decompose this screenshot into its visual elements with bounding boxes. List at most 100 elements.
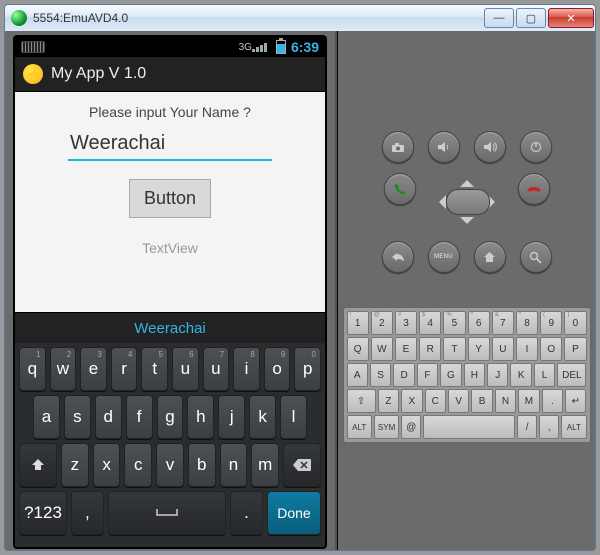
key-a[interactable]: a — [33, 395, 60, 439]
hkey-A[interactable]: A — [347, 363, 368, 387]
key-s[interactable]: s — [64, 395, 91, 439]
dpad-up[interactable] — [460, 173, 474, 187]
hkey-O[interactable]: O — [540, 337, 562, 361]
hkey-N[interactable]: N — [495, 389, 516, 413]
dpad-center[interactable] — [446, 189, 490, 215]
hkey-M[interactable]: M — [518, 389, 539, 413]
key-m[interactable]: m — [251, 443, 279, 487]
comma-key[interactable]: , — [71, 491, 104, 535]
hkey-3[interactable]: 3# — [395, 311, 417, 335]
key-x[interactable]: x — [93, 443, 121, 487]
backspace-key[interactable] — [283, 443, 321, 487]
dpad-down[interactable] — [460, 217, 474, 231]
home-button[interactable] — [474, 241, 506, 273]
hkey-alt-l[interactable]: ALT — [347, 415, 372, 439]
key-u[interactable]: u7 — [203, 347, 230, 391]
key-u[interactable]: u6 — [172, 347, 199, 391]
hkey-0[interactable]: 0) — [564, 311, 586, 335]
hkey-8[interactable]: 8* — [516, 311, 538, 335]
done-key[interactable]: Done — [267, 491, 321, 535]
hkey-B[interactable]: B — [471, 389, 492, 413]
key-j[interactable]: j — [218, 395, 245, 439]
volume-up-button[interactable] — [474, 131, 506, 163]
hkey-Y[interactable]: Y — [468, 337, 490, 361]
volume-down-button[interactable] — [428, 131, 460, 163]
call-button[interactable] — [384, 173, 416, 205]
maximize-button[interactable]: ▢ — [516, 8, 546, 28]
name-input[interactable] — [68, 128, 272, 161]
hkey-V[interactable]: V — [448, 389, 469, 413]
key-q[interactable]: q1 — [19, 347, 46, 391]
space-key[interactable] — [108, 491, 227, 535]
dpad-right[interactable] — [488, 195, 502, 209]
hkey-2[interactable]: 2@ — [371, 311, 393, 335]
hkey-.[interactable]: . — [542, 389, 563, 413]
mode-key[interactable]: ?123 — [19, 491, 67, 535]
hkey-Q[interactable]: Q — [347, 337, 369, 361]
key-g[interactable]: g — [157, 395, 184, 439]
submit-button[interactable]: Button — [129, 179, 211, 218]
search-button[interactable] — [520, 241, 552, 273]
hkey-1[interactable]: 1! — [347, 311, 369, 335]
hkey-U[interactable]: U — [492, 337, 514, 361]
hkey-shift-l[interactable]: ⇧ — [347, 389, 376, 413]
hkey-P[interactable]: P — [564, 337, 586, 361]
hkey-H[interactable]: H — [464, 363, 485, 387]
hkey-W[interactable]: W — [371, 337, 393, 361]
key-b[interactable]: b — [188, 443, 216, 487]
hkey-del[interactable]: DEL — [557, 363, 586, 387]
back-button[interactable] — [382, 241, 414, 273]
key-v[interactable]: v — [156, 443, 184, 487]
hkey-space[interactable] — [423, 415, 515, 439]
hkey-slash[interactable]: / — [517, 415, 537, 439]
hkey-I[interactable]: I — [516, 337, 538, 361]
hkey-7[interactable]: 7& — [492, 311, 514, 335]
hkey-at[interactable]: @ — [401, 415, 421, 439]
key-f[interactable]: f — [126, 395, 153, 439]
key-o[interactable]: o9 — [264, 347, 291, 391]
power-button[interactable] — [520, 131, 552, 163]
key-z[interactable]: z — [61, 443, 89, 487]
camera-button[interactable] — [382, 131, 414, 163]
shift-key[interactable] — [19, 443, 57, 487]
hkey-5[interactable]: 5% — [443, 311, 465, 335]
key-e[interactable]: e3 — [80, 347, 107, 391]
hkey-comma[interactable]: , — [539, 415, 559, 439]
hkey-X[interactable]: X — [401, 389, 422, 413]
hkey-T[interactable]: T — [443, 337, 465, 361]
hkey-R[interactable]: R — [419, 337, 441, 361]
hkey-D[interactable]: D — [393, 363, 414, 387]
period-key[interactable]: . — [230, 491, 263, 535]
hkey-9[interactable]: 9( — [540, 311, 562, 335]
ime-suggestion[interactable]: Weerachai — [15, 312, 325, 343]
hkey-6[interactable]: 6^ — [468, 311, 490, 335]
dpad-left[interactable] — [432, 195, 446, 209]
hkey-sym[interactable]: SYM — [374, 415, 399, 439]
close-button[interactable]: ✕ — [548, 8, 594, 28]
key-n[interactable]: n — [220, 443, 248, 487]
key-w[interactable]: w2 — [50, 347, 77, 391]
hkey-S[interactable]: S — [370, 363, 391, 387]
key-k[interactable]: k — [249, 395, 276, 439]
key-h[interactable]: h — [187, 395, 214, 439]
key-c[interactable]: c — [124, 443, 152, 487]
end-call-button[interactable] — [518, 173, 550, 205]
hkey-Z[interactable]: Z — [378, 389, 399, 413]
hkey-J[interactable]: J — [487, 363, 508, 387]
key-i[interactable]: i8 — [233, 347, 260, 391]
hkey-C[interactable]: C — [425, 389, 446, 413]
hkey-F[interactable]: F — [417, 363, 438, 387]
hkey-↵[interactable]: ↵ — [565, 389, 586, 413]
hkey-4[interactable]: 4$ — [419, 311, 441, 335]
hkey-alt-r[interactable]: ALT — [561, 415, 586, 439]
key-p[interactable]: p0 — [294, 347, 321, 391]
key-t[interactable]: t5 — [141, 347, 168, 391]
hkey-E[interactable]: E — [395, 337, 417, 361]
key-r[interactable]: r4 — [111, 347, 138, 391]
key-l[interactable]: l — [280, 395, 307, 439]
hkey-G[interactable]: G — [440, 363, 461, 387]
menu-button[interactable]: MENU — [428, 241, 460, 273]
hkey-L[interactable]: L — [534, 363, 555, 387]
hkey-K[interactable]: K — [510, 363, 531, 387]
key-d[interactable]: d — [95, 395, 122, 439]
